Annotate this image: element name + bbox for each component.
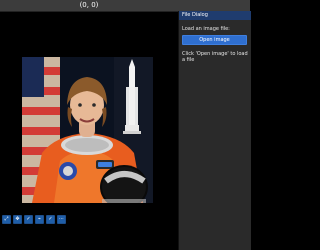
toolbar-tools: ⤢ ✥ ✓ ⌁ ✓ ⋯	[2, 215, 66, 224]
more-icon[interactable]: ⋯	[57, 215, 66, 224]
bottom-toolbar: ⤢ ✥ ✓ ⌁ ✓ ⋯	[0, 207, 178, 250]
loaded-photo	[22, 57, 153, 203]
coordinate-readout: (0, 0)	[79, 1, 99, 9]
move-icon[interactable]: ✥	[13, 215, 22, 224]
expand-icon[interactable]: ⤢	[2, 215, 11, 224]
check2-icon[interactable]: ✓	[46, 215, 55, 224]
file-dialog-panel: File Dialog Load an image file: Open ima…	[178, 11, 251, 250]
image-canvas[interactable]: 0 100 200 300 400 500	[0, 12, 178, 219]
load-image-label: Load an image file:	[182, 26, 230, 32]
open-image-hint: Click 'Open image' to load a file	[182, 51, 248, 63]
open-image-button[interactable]: Open image	[182, 35, 247, 45]
check-icon[interactable]: ✓	[24, 215, 33, 224]
file-dialog-header: File Dialog	[179, 11, 251, 20]
camera-icon[interactable]: ⌁	[35, 215, 44, 224]
